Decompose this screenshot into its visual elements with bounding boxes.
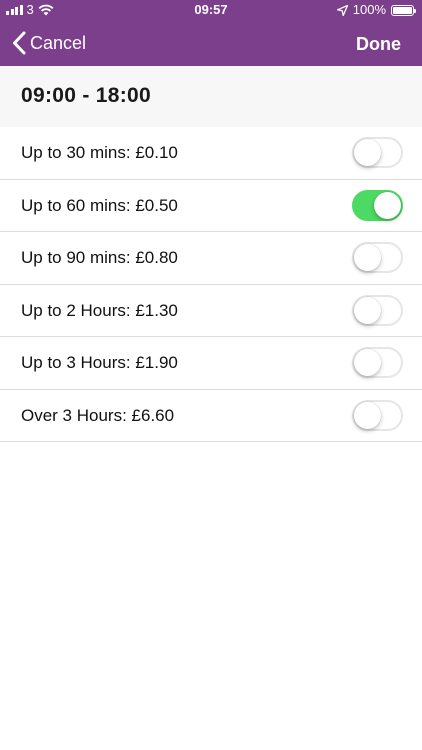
- option-label: Up to 30 mins: £0.10: [21, 143, 178, 162]
- option-toggle[interactable]: [352, 294, 403, 326]
- toggle-knob: [354, 296, 381, 324]
- option-toggle[interactable]: [352, 189, 403, 221]
- header: 3 09:57 100% Cancel Done: [0, 0, 422, 66]
- chevron-left-icon: [13, 31, 26, 55]
- location-arrow-icon: [336, 4, 348, 16]
- time-range-header: 09:00 - 18:00: [0, 66, 422, 127]
- time-range-title: 09:00 - 18:00: [21, 84, 151, 107]
- toggle-knob: [354, 244, 381, 271]
- option-toggle[interactable]: [352, 399, 403, 431]
- list-item: Up to 3 Hours: £1.90: [0, 337, 422, 390]
- option-toggle[interactable]: [352, 137, 403, 168]
- status-right: 100%: [336, 2, 416, 17]
- cancel-button[interactable]: Cancel: [12, 30, 86, 56]
- toggle-knob: [354, 349, 381, 376]
- option-label: Over 3 Hours: £6.60: [21, 405, 175, 425]
- option-label: Up to 60 mins: £0.50: [21, 195, 178, 215]
- nav-bar: Cancel Done: [0, 22, 422, 66]
- list-item: Up to 2 Hours: £1.30: [0, 285, 422, 337]
- battery-icon: [391, 4, 416, 16]
- list-item: Up to 60 mins: £0.50: [0, 180, 422, 232]
- price-options-list: Up to 30 mins: £0.10 Up to 60 mins: £0.5…: [0, 127, 422, 442]
- option-label: Up to 2 Hours: £1.30: [21, 300, 178, 320]
- list-item: Over 3 Hours: £6.60: [0, 390, 422, 442]
- status-bar: 3 09:57 100%: [0, 0, 422, 22]
- option-toggle[interactable]: [352, 242, 403, 273]
- option-toggle[interactable]: [352, 347, 403, 378]
- toggle-knob: [354, 139, 381, 166]
- toggle-knob: [374, 191, 401, 219]
- list-item: Up to 90 mins: £0.80: [0, 232, 422, 285]
- done-button[interactable]: Done: [356, 32, 401, 56]
- option-label: Up to 3 Hours: £1.90: [21, 353, 178, 372]
- toggle-knob: [354, 401, 381, 429]
- list-item: Up to 30 mins: £0.10: [0, 127, 422, 180]
- cancel-label: Cancel: [30, 33, 87, 53]
- battery-percent: 100%: [352, 2, 386, 17]
- option-label: Up to 90 mins: £0.80: [21, 248, 178, 267]
